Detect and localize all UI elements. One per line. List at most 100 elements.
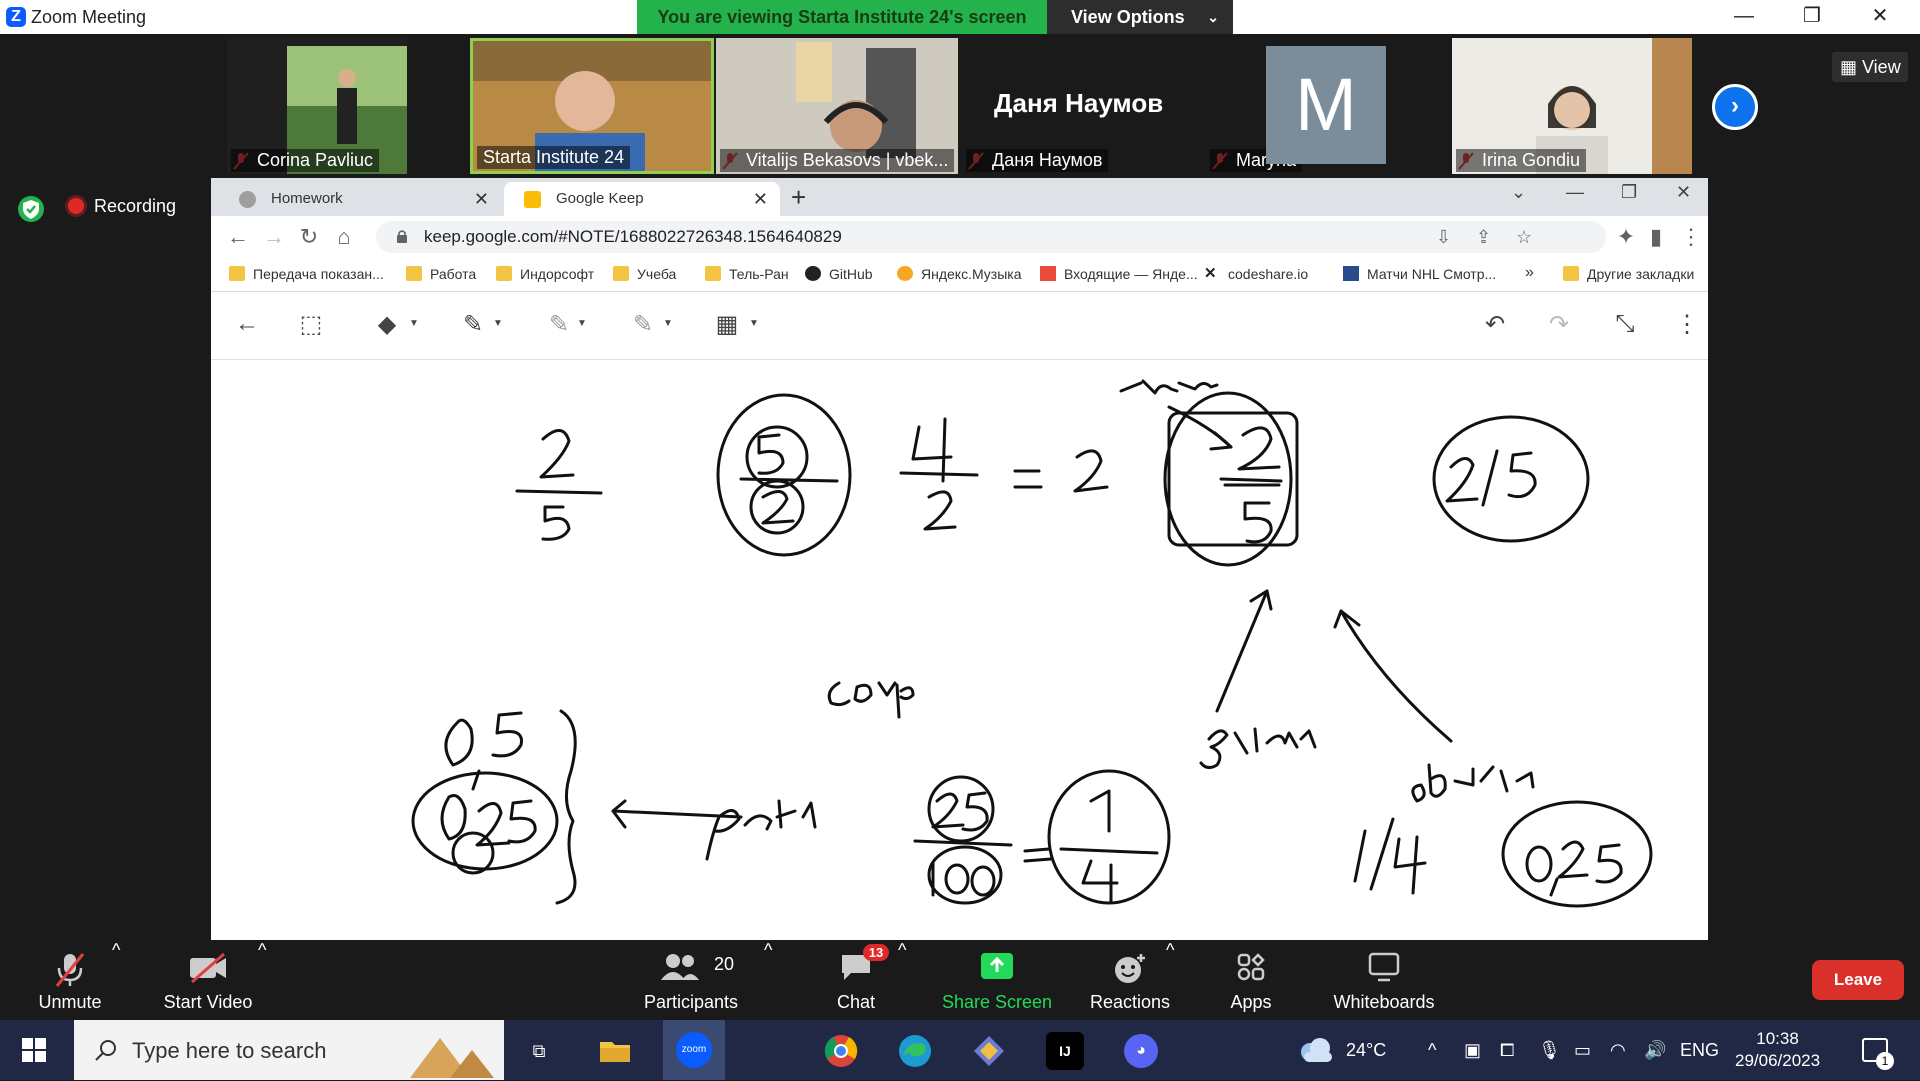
forward-icon[interactable]: → (259, 224, 289, 250)
share-screen-button[interactable]: Share Screen (938, 940, 1056, 1020)
task-view-icon[interactable]: ⧉ (520, 1032, 558, 1070)
participant-tile[interactable]: Даня Наумов Даня Наумов (962, 38, 1202, 174)
share-icon[interactable]: ⇪ (1476, 227, 1491, 248)
marker-tool-icon[interactable]: ✎ (539, 310, 579, 339)
zoom-taskbar-icon[interactable]: zoom (663, 1020, 725, 1080)
browser-restore-button[interactable]: ❐ (1621, 182, 1637, 203)
weather-temperature[interactable]: 24°C (1346, 1040, 1386, 1061)
start-video-button[interactable]: Start Video (150, 940, 266, 1020)
leave-button[interactable]: Leave (1812, 960, 1904, 1000)
more-bookmarks-button[interactable]: » (1525, 264, 1534, 282)
meet-now-icon[interactable]: ▣ (1464, 1040, 1481, 1061)
reactions-options-caret[interactable]: ^ (1166, 940, 1174, 961)
tray-overflow-icon[interactable]: ^ (1428, 1040, 1436, 1061)
encryption-shield-icon[interactable] (18, 196, 44, 222)
bookmark-item[interactable]: ✕ codeshare.io (1204, 266, 1308, 282)
bookmark-star-icon[interactable]: ☆ (1516, 227, 1532, 248)
video-options-caret[interactable]: ^ (258, 940, 266, 961)
more-options-icon[interactable]: ⋮ (1667, 310, 1707, 339)
browser-close-button[interactable]: ✕ (1676, 182, 1691, 203)
tab-google-keep[interactable]: Google Keep ✕ (504, 182, 780, 216)
exit-fullscreen-icon[interactable]: ⤡ (1605, 310, 1645, 338)
browser-menu-icon[interactable]: ⋮ (1676, 224, 1706, 250)
stroke-2 (1557, 840, 1589, 879)
view-button[interactable]: ▦ View (1832, 52, 1908, 82)
tab-homework[interactable]: Homework ✕ (219, 182, 501, 216)
bookmark-item[interactable]: GitHub (805, 266, 873, 282)
back-icon[interactable]: ← (223, 224, 253, 250)
caret-down-icon[interactable]: ▼ (663, 318, 673, 329)
participant-tile[interactable]: Vitalijs Bekasovs | vbek... (716, 38, 958, 174)
address-bar[interactable]: keep.google.com/#NOTE/1688022726348.1564… (376, 221, 1606, 253)
reload-icon[interactable]: ↻ (294, 224, 324, 250)
bookmark-item[interactable]: Индорсофт (496, 266, 594, 282)
battery-icon[interactable]: ▭ (1574, 1040, 1591, 1061)
back-arrow-icon[interactable]: ← (227, 310, 267, 338)
bookmark-item[interactable]: Учеба (613, 266, 676, 282)
file-explorer-icon[interactable] (596, 1032, 634, 1070)
close-button[interactable]: ✕ (1852, 0, 1908, 34)
chat-button[interactable]: 13 Chat (814, 940, 898, 1020)
caret-down-icon[interactable]: ▼ (409, 318, 419, 329)
bookmark-item[interactable]: Тель-Ран (705, 266, 789, 282)
audio-options-caret[interactable]: ^ (112, 940, 120, 961)
participants-button[interactable]: 20 Participants (638, 940, 744, 1020)
install-icon[interactable]: ⇩ (1436, 227, 1451, 248)
wifi-icon[interactable]: ◠ (1610, 1040, 1626, 1061)
whiteboards-button[interactable]: Whiteboards (1326, 940, 1442, 1020)
minimize-button[interactable]: — (1716, 0, 1772, 34)
highlighter-tool-icon[interactable]: ✎ (623, 310, 663, 339)
unmute-button[interactable]: Unmute (22, 940, 118, 1020)
reactions-button[interactable]: Reactions (1080, 940, 1180, 1020)
grid-tool-icon[interactable]: ▦ (707, 310, 747, 339)
discord-icon[interactable]: ◕ (1122, 1032, 1160, 1070)
chat-options-caret[interactable]: ^ (898, 940, 906, 961)
recording-indicator[interactable]: Recording (68, 196, 176, 217)
bookmark-item[interactable]: Передача показан... (229, 266, 384, 282)
participant-tile[interactable]: Irina Gondiu (1452, 38, 1692, 174)
other-bookmarks-folder[interactable]: Другие закладки (1563, 266, 1694, 282)
edge-icon[interactable] (896, 1032, 934, 1070)
participants-options-caret[interactable]: ^ (764, 940, 772, 961)
browser-minimize-button[interactable]: — (1566, 182, 1584, 203)
bookmark-item[interactable]: Яндекс.Музыка (897, 266, 1022, 282)
side-panel-icon[interactable]: ▮ (1641, 224, 1671, 250)
git-client-icon[interactable] (970, 1032, 1008, 1070)
input-language[interactable]: ENG (1680, 1040, 1719, 1061)
weather-cloud-icon[interactable] (1296, 1036, 1336, 1064)
caret-down-icon[interactable]: ▼ (577, 318, 587, 329)
volume-icon[interactable]: 🔊 (1644, 1040, 1666, 1061)
intellij-icon[interactable]: IJ (1046, 1032, 1084, 1070)
taskbar-clock[interactable]: 10:38 29/06/2023 (1735, 1028, 1820, 1072)
view-options-button[interactable]: View Options ⌄ (1047, 0, 1233, 34)
bookmark-item[interactable]: Входящие — Янде... (1040, 266, 1198, 282)
eraser-tool-icon[interactable]: ◆ (367, 310, 407, 339)
home-icon[interactable]: ⌂ (329, 224, 359, 250)
extensions-icon[interactable]: ✦ (1611, 224, 1641, 250)
next-participants-button[interactable]: › (1712, 84, 1758, 130)
new-tab-button[interactable]: + (791, 182, 806, 213)
caret-down-icon[interactable]: ▼ (749, 318, 759, 329)
close-tab-icon[interactable]: ✕ (474, 182, 489, 216)
caret-down-icon[interactable]: ▼ (493, 318, 503, 329)
participant-tile[interactable]: Corina Pavliuc (227, 38, 407, 174)
microphone-icon[interactable]: 🎙 (1538, 1040, 1561, 1061)
taskbar-search-box[interactable]: Type here to search (74, 1020, 504, 1080)
close-tab-icon[interactable]: ✕ (753, 182, 768, 216)
participant-tile[interactable]: Starta Institute 24 (470, 38, 714, 174)
notification-count: 1 (1876, 1052, 1894, 1070)
chrome-icon[interactable] (822, 1032, 860, 1070)
windows-start-icon[interactable] (22, 1038, 46, 1062)
bookmark-item[interactable]: Матчи NHL Смотр... (1343, 266, 1496, 282)
restore-button[interactable]: ❐ (1784, 0, 1840, 34)
drawing-canvas[interactable] (211, 361, 1708, 941)
pen-tool-icon[interactable]: ✎ (453, 310, 493, 339)
tab-search-icon[interactable]: ⌄ (1511, 182, 1526, 203)
apps-button[interactable]: Apps (1214, 940, 1288, 1020)
undo-icon[interactable]: ↶ (1475, 310, 1515, 339)
screen-capture-icon[interactable]: ⧠ (1500, 1040, 1514, 1061)
bookmark-item[interactable]: Работа (406, 266, 476, 282)
select-tool-icon[interactable]: ⬚ (291, 310, 331, 339)
redo-icon[interactable]: ↷ (1539, 310, 1579, 339)
notification-center-icon[interactable]: 1 (1862, 1038, 1894, 1070)
